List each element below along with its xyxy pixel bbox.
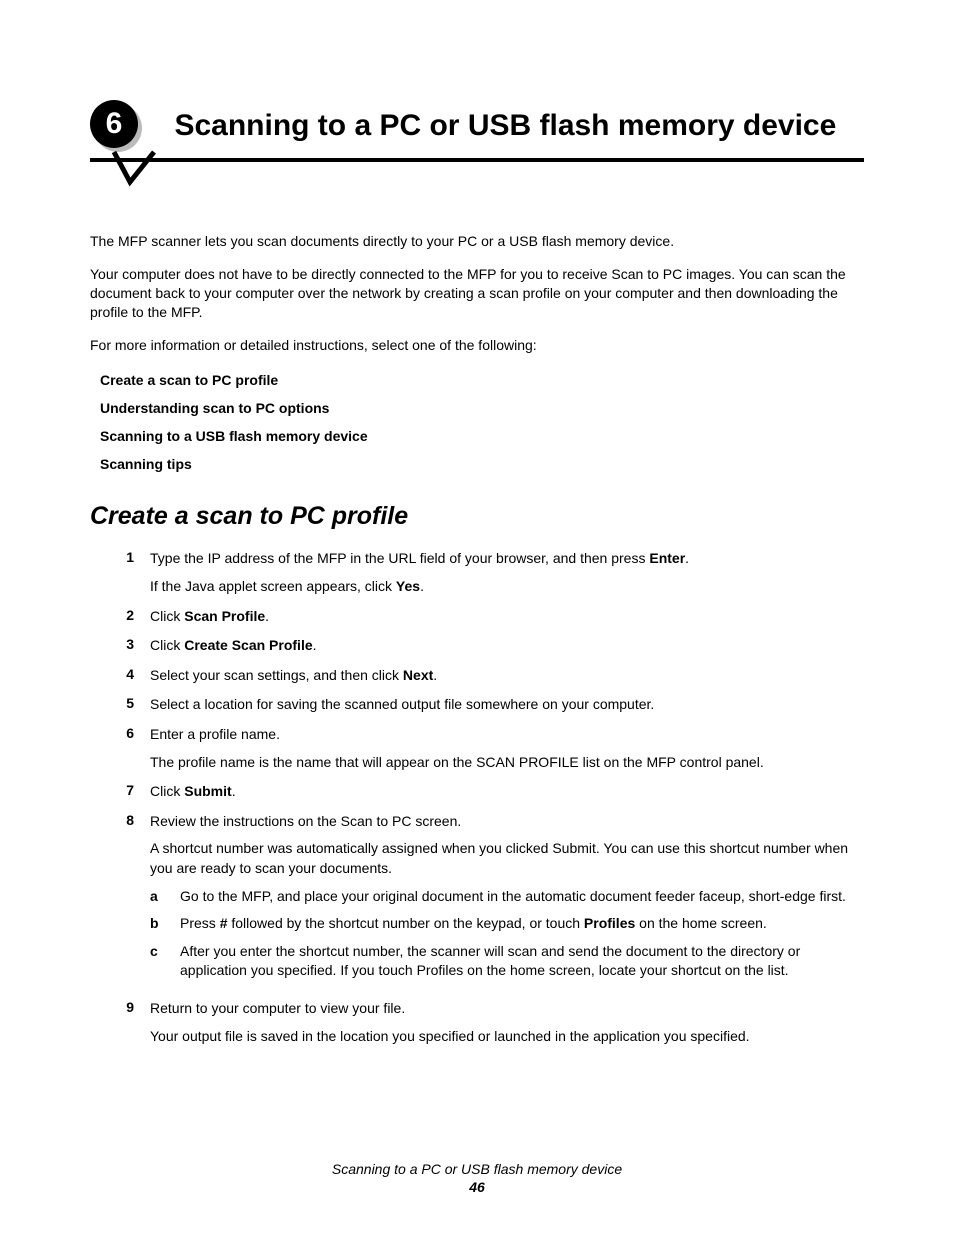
step-body: Click Create Scan Profile. <box>150 636 864 656</box>
chapter-rule <box>90 158 864 162</box>
toc-link[interactable]: Create a scan to PC profile <box>100 372 864 388</box>
step-item: 4 Select your scan settings, and then cl… <box>118 666 864 686</box>
substep-item: b Press # followed by the shortcut numbe… <box>150 914 864 934</box>
step-number: 9 <box>118 999 134 1046</box>
step-number: 1 <box>118 549 134 596</box>
numbered-steps: 1 Type the IP address of the MFP in the … <box>118 549 864 1046</box>
toc-list: Create a scan to PC profile Understandin… <box>100 372 864 472</box>
step-body: Return to your computer to view your fil… <box>150 999 864 1046</box>
page-number: 46 <box>0 1179 954 1195</box>
substep-letter: a <box>150 887 164 907</box>
section-heading: Create a scan to PC profile <box>90 502 864 531</box>
step-item: 6 Enter a profile name. The profile name… <box>118 725 864 772</box>
substep-item: a Go to the MFP, and place your original… <box>150 887 864 907</box>
step-number: 7 <box>118 782 134 802</box>
step-number: 3 <box>118 636 134 656</box>
intro-paragraph: For more information or detailed instruc… <box>90 336 864 355</box>
step-item: 9 Return to your computer to view your f… <box>118 999 864 1046</box>
substep-body: Press # followed by the shortcut number … <box>180 914 864 934</box>
substep-letter: b <box>150 914 164 934</box>
step-number: 5 <box>118 695 134 715</box>
substep-body: After you enter the shortcut number, the… <box>180 942 864 981</box>
chapter-number-badge: 6 <box>90 100 142 152</box>
substep-item: c After you enter the shortcut number, t… <box>150 942 864 981</box>
page-footer: Scanning to a PC or USB flash memory dev… <box>0 1161 954 1195</box>
toc-link[interactable]: Scanning to a USB flash memory device <box>100 428 864 444</box>
step-item: 7 Click Submit. <box>118 782 864 802</box>
step-body: Review the instructions on the Scan to P… <box>150 812 864 989</box>
substep-body: Go to the MFP, and place your original d… <box>180 887 864 907</box>
chapter-pointer-icon <box>110 148 158 190</box>
footer-title: Scanning to a PC or USB flash memory dev… <box>332 1161 622 1177</box>
step-body: Select a location for saving the scanned… <box>150 695 864 715</box>
intro-paragraph: The MFP scanner lets you scan documents … <box>90 232 864 251</box>
step-item: 5 Select a location for saving the scann… <box>118 695 864 715</box>
toc-link[interactable]: Scanning tips <box>100 456 864 472</box>
step-item: 3 Click Create Scan Profile. <box>118 636 864 656</box>
step-item: 1 Type the IP address of the MFP in the … <box>118 549 864 596</box>
chapter-title: Scanning to a PC or USB flash memory dev… <box>174 100 836 152</box>
intro-paragraph: Your computer does not have to be direct… <box>90 265 864 322</box>
step-body: Enter a profile name. The profile name i… <box>150 725 864 772</box>
chapter-header: 6 Scanning to a PC or USB flash memory d… <box>90 100 864 162</box>
step-body: Select your scan settings, and then clic… <box>150 666 864 686</box>
step-body: Type the IP address of the MFP in the UR… <box>150 549 864 596</box>
step-number: 4 <box>118 666 134 686</box>
chapter-number: 6 <box>90 100 138 148</box>
substep-letter: c <box>150 942 164 981</box>
step-item: 2 Click Scan Profile. <box>118 607 864 627</box>
toc-link[interactable]: Understanding scan to PC options <box>100 400 864 416</box>
step-number: 8 <box>118 812 134 989</box>
step-body: Click Scan Profile. <box>150 607 864 627</box>
step-number: 6 <box>118 725 134 772</box>
step-item: 8 Review the instructions on the Scan to… <box>118 812 864 989</box>
step-body: Click Submit. <box>150 782 864 802</box>
substeps: a Go to the MFP, and place your original… <box>150 887 864 981</box>
step-number: 2 <box>118 607 134 627</box>
intro-block: The MFP scanner lets you scan documents … <box>90 232 864 354</box>
